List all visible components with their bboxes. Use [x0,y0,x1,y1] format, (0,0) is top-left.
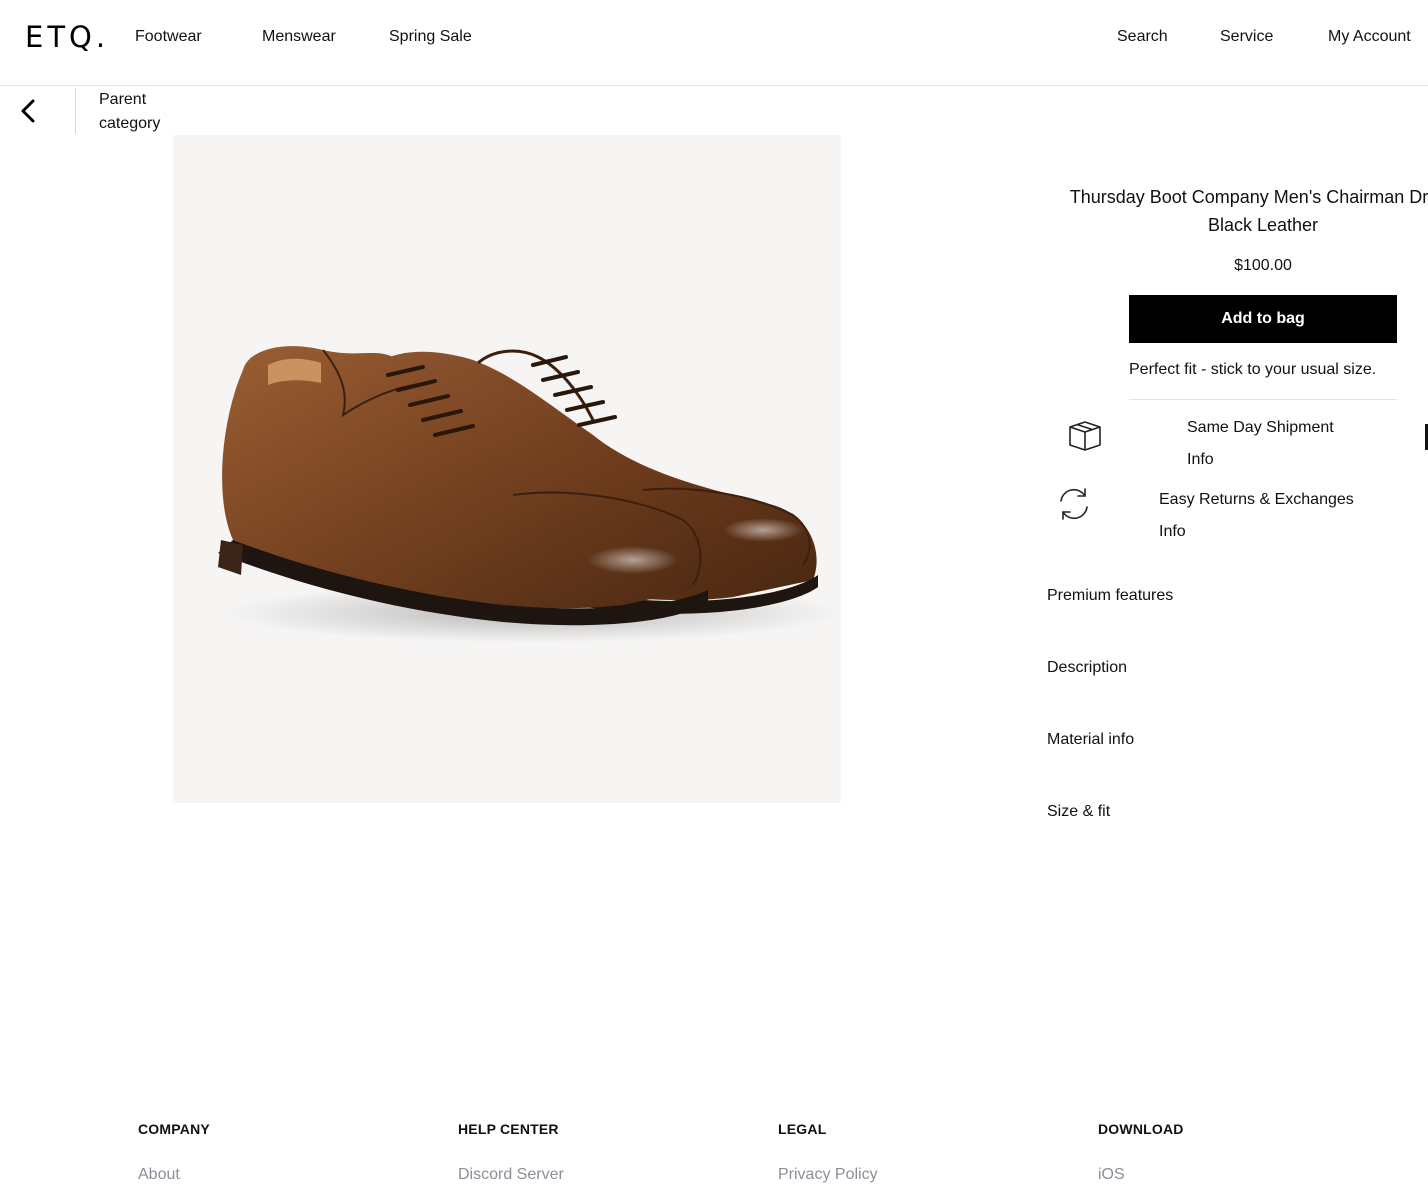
product-image[interactable] [173,135,841,803]
chevron-left-icon[interactable] [16,96,40,126]
footer-heading-legal: LEGAL [778,1121,827,1137]
benefit-title: Easy Returns & Exchanges [1159,491,1354,508]
nav-search[interactable]: Search [1117,28,1168,46]
accordion-description[interactable]: Description [1047,659,1127,677]
footer-heading-company: COMPANY [138,1121,210,1137]
nav-service[interactable]: Service [1220,28,1273,46]
info-divider [1129,399,1397,400]
footer-heading-help-center: HELP CENTER [458,1121,559,1137]
breadcrumb-label-line2: category [99,115,161,132]
benefit-info-link[interactable]: Info [1159,516,1354,548]
benefit-info-link[interactable]: Info [1187,444,1334,476]
nav-my-account[interactable]: My Account [1328,28,1411,46]
footer-link-privacy-policy[interactable]: Privacy Policy [778,1166,878,1184]
refresh-icon [1054,484,1094,524]
footer-heading-download: DOWNLOAD [1098,1121,1184,1137]
box-icon [1066,418,1104,454]
footer-link-about[interactable]: About [138,1166,180,1184]
product-title-line2: Black Leather [1207,215,1319,235]
breadcrumb-divider [75,88,76,134]
nav-spring-sale[interactable]: Spring Sale [389,28,472,46]
breadcrumb-parent-category[interactable]: Parent category [99,88,160,136]
footer-link-ios[interactable]: iOS [1098,1166,1125,1184]
breadcrumb-label-line1: Parent [99,91,147,108]
fit-note: Perfect fit - stick to your usual size. [1129,361,1377,378]
site-logo[interactable]: ETQ. [25,20,109,54]
add-to-bag-button[interactable]: Add to bag [1129,295,1397,343]
footer-link-discord-server[interactable]: Discord Server [458,1166,564,1184]
oxford-shoes-illustration [218,346,841,643]
product-title-line1: Thursday Boot Company Men's Chairman Dre… [1069,187,1428,207]
benefit-title: Same Day Shipment [1187,419,1334,436]
benefit-same-day-shipment: Same Day Shipment Info [1187,412,1334,476]
benefit-easy-returns: Easy Returns & Exchanges Info [1159,484,1354,548]
accordion-material-info[interactable]: Material info [1047,731,1134,749]
accordion-premium-features[interactable]: Premium features [1047,587,1173,605]
nav-footwear[interactable]: Footwear [135,28,202,46]
site-header: ETQ. Footwear Menswear Spring Sale Searc… [0,0,1428,86]
accordion-size-fit[interactable]: Size & fit [1047,803,1110,821]
nav-menswear[interactable]: Menswear [262,28,336,46]
product-price: $100.00 [1234,257,1292,274]
product-title: Thursday Boot Company Men's Chairman Dre… [1010,183,1428,239]
